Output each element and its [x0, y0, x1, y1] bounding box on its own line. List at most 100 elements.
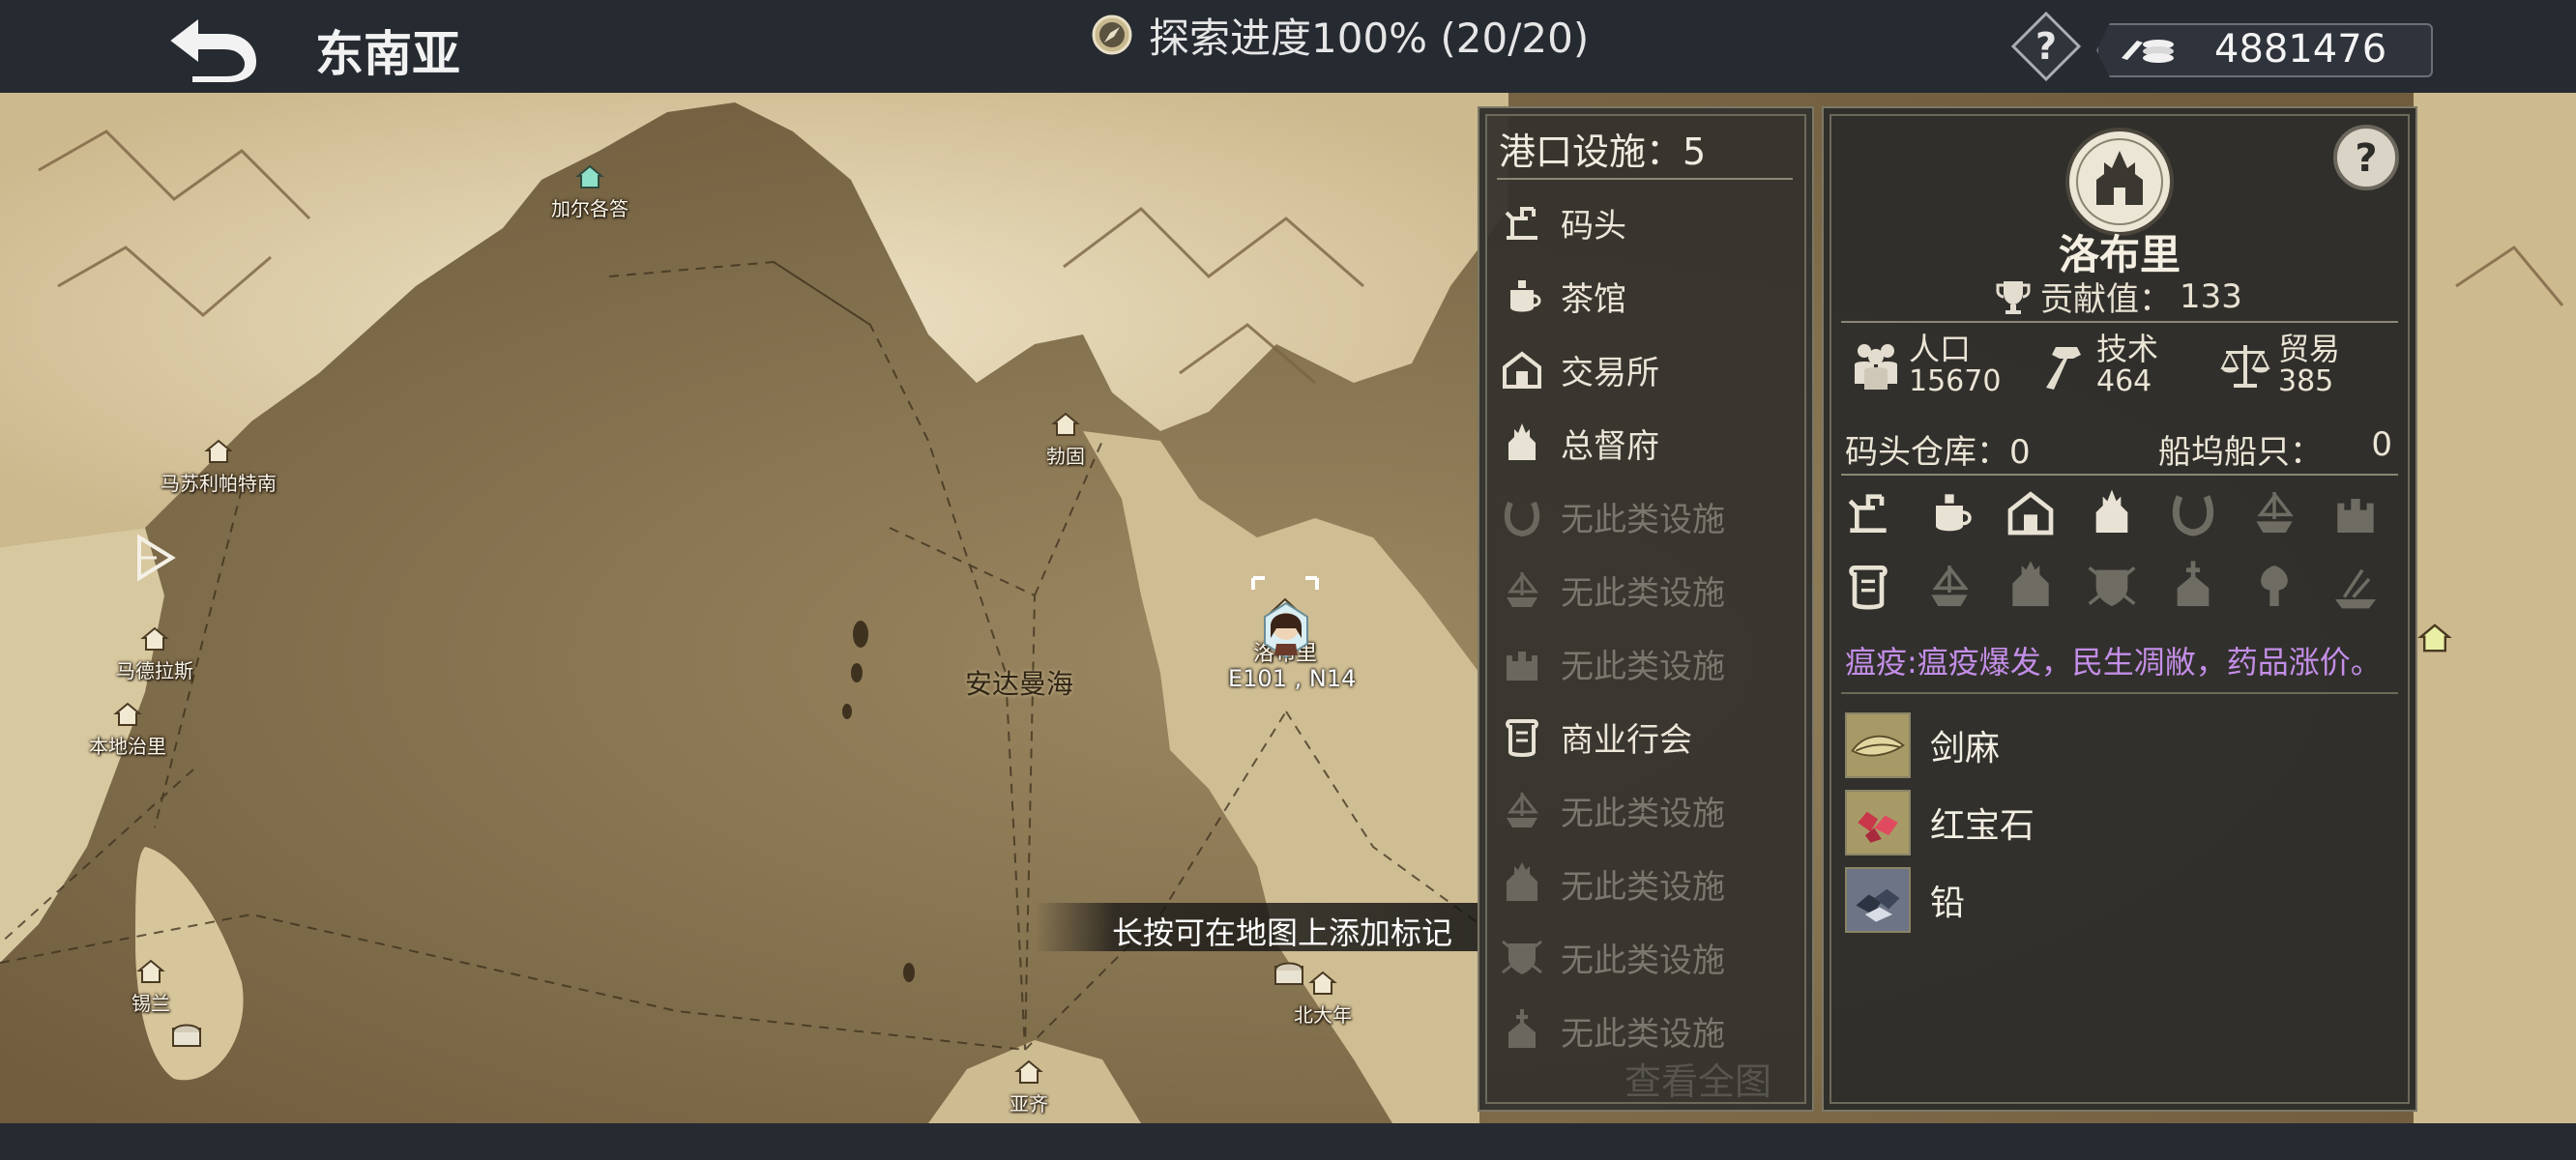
ship-icon[interactable] — [2247, 485, 2301, 539]
coordinates-label: E101 , N14 — [1228, 665, 1357, 692]
church-icon — [1499, 1007, 1545, 1054]
facility-row[interactable]: 无此类设施 — [1499, 853, 1795, 914]
currency-value: 4881476 — [2214, 27, 2387, 72]
port-marker[interactable]: 勃固 — [1046, 410, 1085, 469]
facility-row[interactable]: 无此类设施 — [1499, 559, 1795, 621]
exploration-text: 探索进度100% (20/20) — [1149, 14, 1590, 62]
facility-row[interactable]: 无此类设施 — [1499, 779, 1795, 841]
facilities-panel: 港口设施：5 码头 茶馆 交易所 总督府 无此类设施 无此类设施 无此类设施 商业行会 无此类设… — [1478, 106, 1814, 1112]
trade-good-sisal[interactable]: 剑麻 — [1845, 710, 2000, 781]
wreck-icon[interactable] — [2328, 559, 2383, 613]
port-marker[interactable]: 马苏利帕特南 — [161, 437, 277, 496]
facility-row[interactable]: 总督府 — [1499, 412, 1795, 474]
plague-event-text: 瘟疫:瘟疫爆发，民生凋敝，药品涨价。 — [1845, 644, 2382, 681]
facility-row[interactable]: 无此类设施 — [1499, 632, 1795, 694]
divider — [1497, 178, 1793, 180]
question-icon: ? — [2010, 11, 2082, 82]
region-title: 东南亚 — [315, 26, 460, 82]
sea-label: 安达曼海 — [965, 668, 1074, 700]
dock-icon[interactable] — [1841, 485, 1895, 539]
ship-icon — [1499, 566, 1545, 613]
stat-trade: 贸易 385 — [2220, 333, 2340, 398]
port-info-panel: ? 洛布里 贡献值： 133 人口 15670 技术 464 贸易 385 码头… — [1822, 106, 2417, 1112]
stat-population: 人口 15670 — [1851, 333, 2001, 398]
facility-row[interactable]: 商业行会 — [1499, 706, 1795, 768]
stat-value: 464 — [2096, 364, 2152, 398]
port-icon — [113, 702, 142, 726]
ship-icon[interactable] — [1922, 559, 1976, 613]
port-marker[interactable]: 锡兰 — [132, 957, 170, 1016]
back-button[interactable] — [164, 15, 261, 83]
facility-label: 茶馆 — [1561, 279, 1626, 319]
port-marker[interactable]: 本地治里 — [89, 700, 166, 759]
port-marker[interactable]: 亚齐 — [1010, 1058, 1048, 1116]
castle-icon[interactable] — [2328, 485, 2383, 539]
port-label: 马苏利帕特南 — [161, 472, 277, 495]
treasure-chest-icon[interactable] — [170, 1021, 203, 1048]
contribution-label: 贡献值： — [2040, 280, 2172, 319]
governor-palace-icon — [1499, 420, 1545, 466]
port-icon — [1308, 971, 1337, 995]
compass-icon — [1092, 14, 1132, 55]
tree-icon[interactable] — [2247, 559, 2301, 613]
map-marker-icon[interactable] — [135, 534, 176, 582]
facility-label: 无此类设施 — [1561, 1014, 1725, 1054]
contribution: 贡献值： 133 — [1994, 273, 2242, 320]
facility-row[interactable]: 交易所 — [1499, 338, 1795, 400]
warehouse-label: 码头仓库：0 — [1845, 433, 2031, 472]
good-name: 红宝石 — [1930, 806, 2035, 846]
castle-icon — [1499, 640, 1545, 686]
map-hint: 长按可在地图上添加标记 — [1035, 903, 1479, 951]
port-label: 本地治里 — [89, 735, 166, 758]
port-label: 北大年 — [1294, 1003, 1352, 1027]
port-icon — [204, 439, 233, 463]
port-marker[interactable]: 马德拉斯 — [116, 624, 193, 683]
divider — [1841, 321, 2398, 323]
stat-label: 技术 — [2096, 331, 2159, 367]
scroll-icon — [1499, 713, 1545, 760]
trade-good-ruby[interactable]: 红宝石 — [1845, 787, 2034, 858]
church-icon[interactable] — [2166, 559, 2220, 613]
coins-icon — [2122, 40, 2174, 63]
port-icon — [136, 959, 165, 983]
scroll-icon[interactable] — [1841, 559, 1895, 613]
trophy-icon — [1996, 280, 2031, 314]
port-marker[interactable] — [2417, 621, 2475, 659]
shipyard-value: 0 — [2371, 425, 2392, 464]
exchange-house-icon[interactable] — [2004, 485, 2058, 539]
svg-text:?: ? — [2355, 136, 2377, 181]
horseshoe-icon[interactable] — [2166, 485, 2220, 539]
stat-label: 人口 — [1909, 331, 1972, 367]
svg-text:?: ? — [2035, 25, 2057, 68]
exchange-house-icon — [1499, 346, 1545, 392]
cathedral-icon[interactable] — [2004, 559, 2058, 613]
port-marker[interactable]: 加尔各答 — [551, 162, 629, 221]
port-icon — [1014, 1059, 1043, 1084]
stat-technology: 技术 464 — [2038, 333, 2158, 398]
facility-row[interactable]: 码头 — [1499, 191, 1795, 253]
ship-icon — [1499, 787, 1545, 833]
port-label: 马德拉斯 — [116, 659, 193, 682]
trade-good-lead[interactable]: 铅 — [1845, 864, 1965, 936]
teapot-icon — [1499, 273, 1545, 319]
facilities-title: 港口设施：5 — [1499, 130, 1707, 173]
port-label: 亚齐 — [1010, 1092, 1048, 1116]
facility-label: 无此类设施 — [1561, 941, 1725, 980]
teapot-icon[interactable] — [1922, 485, 1976, 539]
stat-value: 15670 — [1909, 364, 2002, 398]
shipyard-label: 船坞船只： — [2158, 433, 2323, 472]
port-label: 勃固 — [1046, 445, 1085, 468]
port-icon — [140, 626, 169, 651]
port-icon — [575, 164, 604, 188]
treasure-chest-icon[interactable] — [1273, 959, 1305, 986]
facility-row[interactable]: 无此类设施 — [1499, 926, 1795, 988]
port-icon — [2417, 624, 2452, 652]
facility-row[interactable]: 茶馆 — [1499, 265, 1795, 327]
sisal-icon — [1845, 712, 1911, 778]
governor-palace-icon[interactable] — [2085, 485, 2139, 539]
shield-crest-icon[interactable] — [2085, 559, 2139, 613]
facility-row[interactable]: 无此类设施 — [1499, 485, 1795, 547]
port-help-button[interactable]: ? — [2330, 122, 2402, 193]
view-full-map-button[interactable]: 查看全图 — [1625, 1052, 1771, 1105]
help-button[interactable]: ? — [2010, 11, 2082, 82]
